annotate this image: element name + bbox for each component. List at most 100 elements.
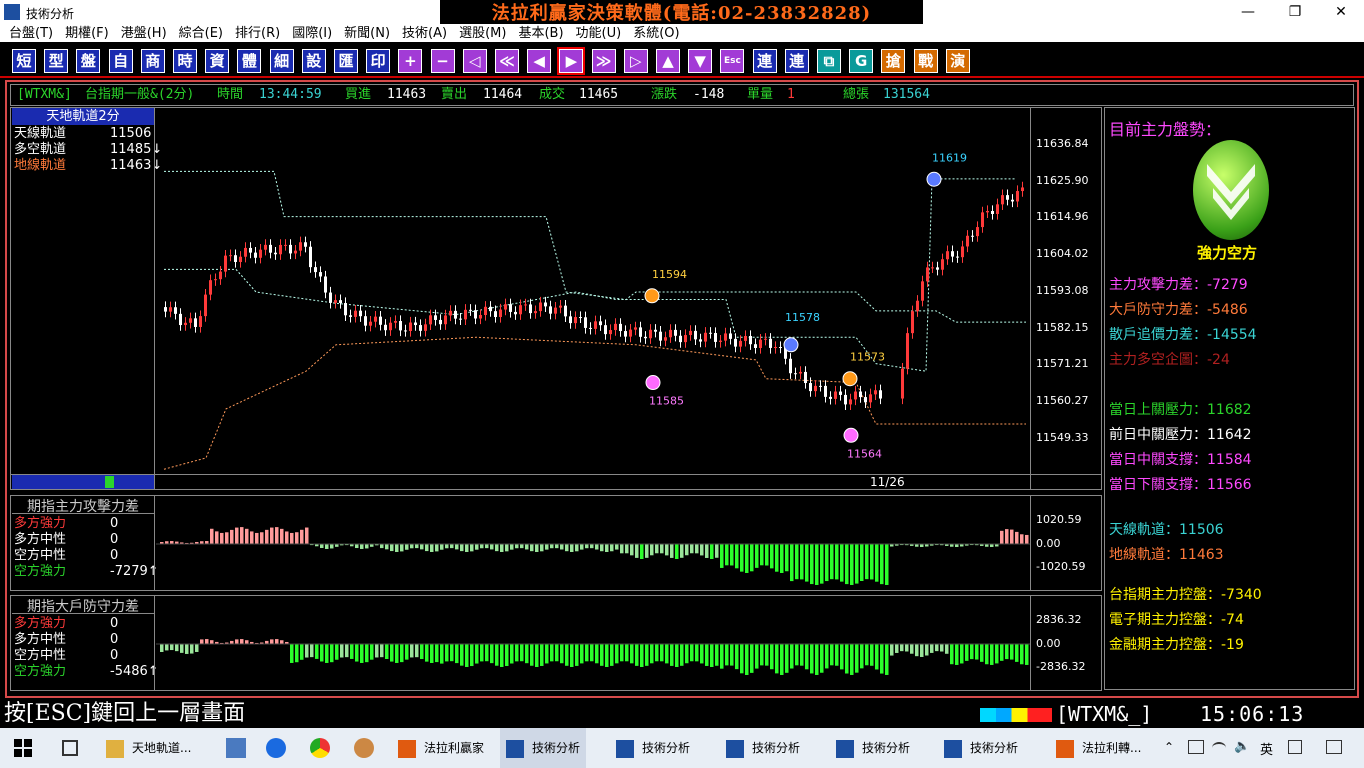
menu-item-11[interactable]: 系統(O) xyxy=(633,26,679,41)
menu-item-3[interactable]: 綜合(E) xyxy=(179,26,223,41)
toolbar-button-20[interactable]: ▲ xyxy=(656,49,680,73)
notification-icon[interactable] xyxy=(1326,740,1342,754)
histogram-bar xyxy=(610,544,614,552)
toolbar-button-17[interactable]: ▶ xyxy=(557,47,586,75)
toolbar-button-24[interactable]: 連 xyxy=(784,49,809,73)
toolbar-button-9[interactable]: 設 xyxy=(301,49,326,73)
toolbar-button-19[interactable]: ▷ xyxy=(623,49,648,73)
taskbar-item[interactable]: 法拉利轉... xyxy=(1056,728,1141,768)
toolbar-button-29[interactable]: 演 xyxy=(945,49,970,73)
axis-divider xyxy=(154,496,155,590)
network-drive-icon[interactable] xyxy=(226,738,246,758)
menu-item-5[interactable]: 國際(I) xyxy=(292,26,332,41)
histogram-bar xyxy=(195,644,199,652)
candle-body xyxy=(244,247,247,257)
toolbar-button-23[interactable]: 連 xyxy=(752,49,777,73)
candle-body xyxy=(329,292,332,303)
toolbar-button-2[interactable]: 盤 xyxy=(76,49,101,73)
menu-item-10[interactable]: 功能(U) xyxy=(576,26,622,41)
close-button[interactable]: ✕ xyxy=(1326,3,1356,21)
toolbar-button-4[interactable]: 商 xyxy=(140,49,165,73)
histogram-bar xyxy=(805,644,809,670)
price-candles[interactable]: 11619 11594 11578 11573 11585 11564 xyxy=(156,108,1032,474)
candle-body xyxy=(339,300,342,304)
toolbar-button-8[interactable]: 細 xyxy=(269,49,294,73)
tray-wifi-icon[interactable] xyxy=(1212,742,1226,754)
histogram-bar xyxy=(1015,644,1019,662)
toolbar-button-21[interactable]: ▼ xyxy=(688,49,713,73)
menu-item-4[interactable]: 排行(R) xyxy=(235,26,280,41)
ie-icon[interactable] xyxy=(266,738,286,758)
scroll-thumb[interactable] xyxy=(105,476,114,488)
toolbar-button-28[interactable]: 戰 xyxy=(913,49,938,73)
menu-item-8[interactable]: 選股(M) xyxy=(459,26,506,41)
histogram-bar xyxy=(455,544,459,550)
taskbar-item[interactable]: 技術分析 xyxy=(616,728,690,768)
toolbar-button-7[interactable]: 體 xyxy=(237,49,262,73)
menu-item-7[interactable]: 技術(A) xyxy=(402,26,447,41)
toolbar-button-16[interactable]: ◀ xyxy=(527,49,552,73)
toolbar-button-0[interactable]: 短 xyxy=(12,49,36,73)
toolbar-button-6[interactable]: 資 xyxy=(205,49,230,73)
candle-body xyxy=(674,329,677,336)
menu-item-1[interactable]: 期權(F) xyxy=(65,26,109,41)
histogram-bar xyxy=(550,544,554,549)
menu-item-6[interactable]: 新聞(N) xyxy=(344,26,390,41)
ime-indicator[interactable]: 英 xyxy=(1260,739,1273,758)
toolbar-button-27[interactable]: 搶 xyxy=(881,49,906,73)
toolbar-button-11[interactable]: 印 xyxy=(366,49,391,73)
histogram-bar xyxy=(375,644,379,658)
toolbar-button-25[interactable]: ⧉ xyxy=(817,49,841,73)
histogram-bar xyxy=(995,644,999,664)
toolbar-button-18[interactable]: ≫ xyxy=(591,49,616,73)
histogram-bar xyxy=(810,644,814,674)
toolbar-button-5[interactable]: 時 xyxy=(173,49,197,73)
candle-body xyxy=(209,280,212,295)
menu-item-2[interactable]: 港盤(H) xyxy=(121,26,167,41)
taskbar-item[interactable]: 技術分析 xyxy=(944,728,1018,768)
taskbar-item[interactable]: 法拉利贏家 xyxy=(398,728,484,768)
toolbar-button-26[interactable]: G xyxy=(849,49,874,73)
histogram-bar xyxy=(680,544,684,558)
toolbar-button-10[interactable]: 匯 xyxy=(334,49,358,73)
toolbar-button-1[interactable]: 型 xyxy=(44,49,69,73)
windows-start-icon[interactable] xyxy=(14,739,32,757)
maximize-button[interactable]: ❐ xyxy=(1280,3,1310,21)
tray-display-icon[interactable] xyxy=(1188,740,1204,754)
toolbar-button-14[interactable]: ◁ xyxy=(462,49,487,73)
histogram-bar xyxy=(530,544,534,552)
y-tick: 11571.21 xyxy=(1036,357,1089,371)
taskbar-item[interactable]: 技術分析 xyxy=(836,728,910,768)
quote-time: 13:44:59 xyxy=(259,87,322,102)
histogram-bar xyxy=(910,644,914,654)
histogram-bar xyxy=(610,644,614,666)
candle-body xyxy=(639,327,642,337)
taskbar-item[interactable]: 技術分析 xyxy=(726,728,800,768)
tray-ime-icon[interactable] xyxy=(1288,740,1302,754)
histogram-bar xyxy=(800,544,804,580)
task-view-icon[interactable] xyxy=(62,740,78,756)
histogram-bar xyxy=(830,544,834,580)
scroll-track[interactable] xyxy=(12,475,154,489)
menu-item-0[interactable]: 台盤(T) xyxy=(9,26,53,41)
toolbar-button-15[interactable]: ≪ xyxy=(495,49,519,73)
histogram-bar xyxy=(405,644,409,660)
candle-body xyxy=(849,399,852,405)
tray-chevron-icon[interactable]: ⌃ xyxy=(1164,740,1174,754)
menu-item-9[interactable]: 基本(B) xyxy=(518,26,563,41)
minimize-button[interactable]: — xyxy=(1233,3,1263,21)
side-label: 電子期主力控盤： xyxy=(1109,612,1221,628)
taskbar-item[interactable]: 天地軌道... xyxy=(106,728,191,768)
toolbar-button-3[interactable]: 自 xyxy=(108,49,133,73)
tray-volume-icon[interactable]: 🔈 xyxy=(1234,739,1250,754)
chrome-icon[interactable] xyxy=(310,738,330,758)
toolbar-button-22[interactable]: Esc xyxy=(720,49,745,73)
candle-body xyxy=(164,307,167,312)
toolbar-button-12[interactable]: + xyxy=(398,49,423,73)
candle-body xyxy=(911,311,914,334)
taskbar-item[interactable]: 技術分析 xyxy=(500,728,587,768)
candle-body xyxy=(564,305,567,317)
histogram-bar xyxy=(805,544,809,582)
toolbar-button-13[interactable]: − xyxy=(430,49,455,73)
paint-icon[interactable] xyxy=(354,738,374,758)
